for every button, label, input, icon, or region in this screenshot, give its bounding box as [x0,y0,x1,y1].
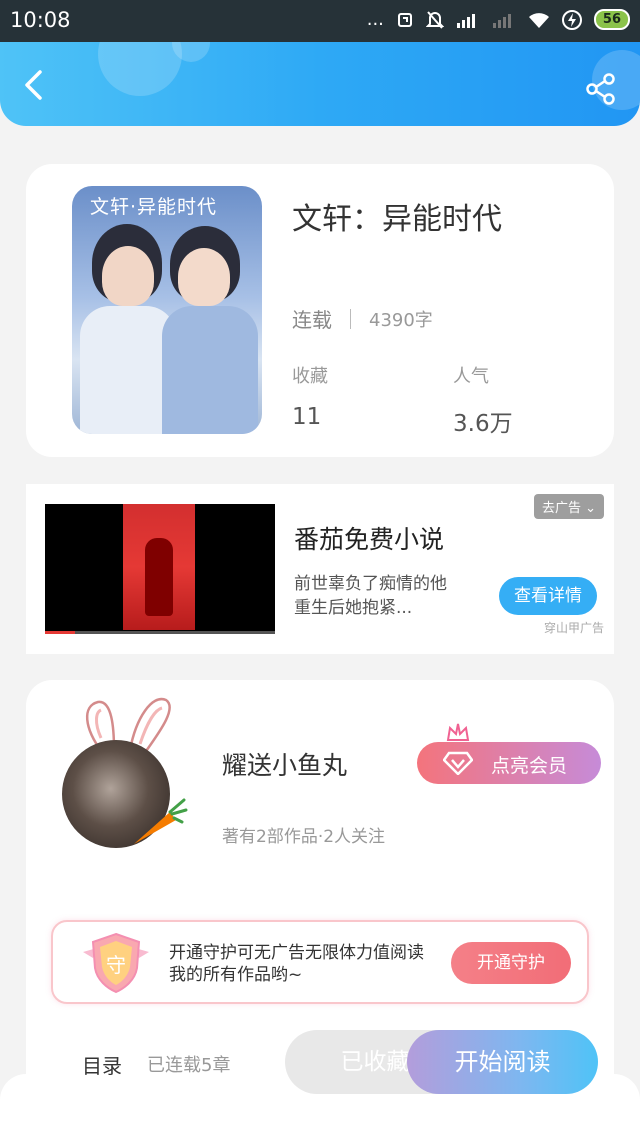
crown-icon [446,723,470,741]
charging-icon [561,9,582,30]
book-title: 文轩：异能时代 [292,202,502,237]
meta-divider [350,308,351,329]
popularity-stat: 人气 3.6万 [453,362,513,438]
guard-shield-icon: 守 [83,932,149,994]
ad-poster-figure [145,538,173,616]
start-reading-button[interactable]: 开始阅读 [407,1030,598,1094]
ad-poster [123,504,195,630]
app-header [0,42,640,126]
cover-figure-right-face [178,248,230,306]
signal-weak-icon [492,13,511,28]
more-dots: ... [366,9,384,30]
wifi-icon [528,12,549,28]
toc-button[interactable]: 目录 [82,1050,122,1079]
vip-button-label: 点亮会员 [491,755,568,777]
book-info-card: 文轩·异能时代 文轩：异能时代 连载 4390字 收藏 11 人气 3.6万 [26,164,614,457]
bottom-action-bar: 目录 已连载5章 已收藏 开始阅读 [44,1030,598,1094]
status-icons: ... 56 [367,9,630,30]
cover-title: 文轩·异能时代 [90,196,218,218]
chevron-left-icon[interactable] [18,68,52,102]
guard-promo: 守 开通守护可无广告无限体力值阅读我的所有作品哟~ 开通守护 [51,920,589,1004]
book-meta: 连载 4390字 [292,304,433,333]
ad-video[interactable] [45,504,275,634]
favorites-value: 11 [292,404,322,430]
author-meta: 著有2部作品·2人关注 [222,827,386,847]
book-status: 连载 [292,308,332,332]
cover-figure-left-face [102,246,154,306]
battery-icon: 56 [593,9,630,30]
author-name[interactable]: 耀送小鱼丸 [222,746,347,782]
status-bar: 10:08 ... 56 [0,0,640,42]
ad-details-button[interactable]: 查看详情 [499,577,597,615]
ad-description: 前世辜负了痴情的他 重生后她抱紧... [294,574,447,618]
activate-guard-button[interactable]: 开通守护 [451,942,571,984]
ad-source: 穿山甲广告 [543,621,604,635]
guard-badge-text: 守 [106,953,126,977]
word-count: 4390字 [369,309,433,331]
ad-video-progress [45,631,275,634]
remove-ad-button[interactable]: 去广告 ⌄ [533,494,604,519]
favorites-label: 收藏 [292,366,328,387]
chapter-status: 已连载5章 [147,1055,231,1076]
popularity-label: 人气 [453,366,489,387]
book-cover[interactable]: 文轩·异能时代 [72,186,262,434]
diamond-icon [443,751,473,775]
popularity-value: 3.6万 [453,411,513,437]
carrot-icon [134,798,188,844]
activate-vip-button[interactable]: 点亮会员 [417,742,601,784]
ad-card[interactable]: 去广告 ⌄ 番茄免费小说 前世辜负了痴情的他 重生后她抱紧... 查看详情 穿山… [26,484,614,654]
decor-bubble [98,42,182,96]
favorites-stat: 收藏 11 [292,362,328,430]
ad-title: 番茄免费小说 [294,525,445,554]
share-icon[interactable] [584,72,618,106]
bell-off-icon [425,10,444,29]
guard-promo-text: 开通守护可无广告无限体力值阅读我的所有作品哟~ [169,943,424,985]
signal-icon [456,13,475,28]
status-time: 10:08 [10,8,71,32]
nfc-icon [397,12,412,27]
cover-figure-right-body [162,306,258,434]
